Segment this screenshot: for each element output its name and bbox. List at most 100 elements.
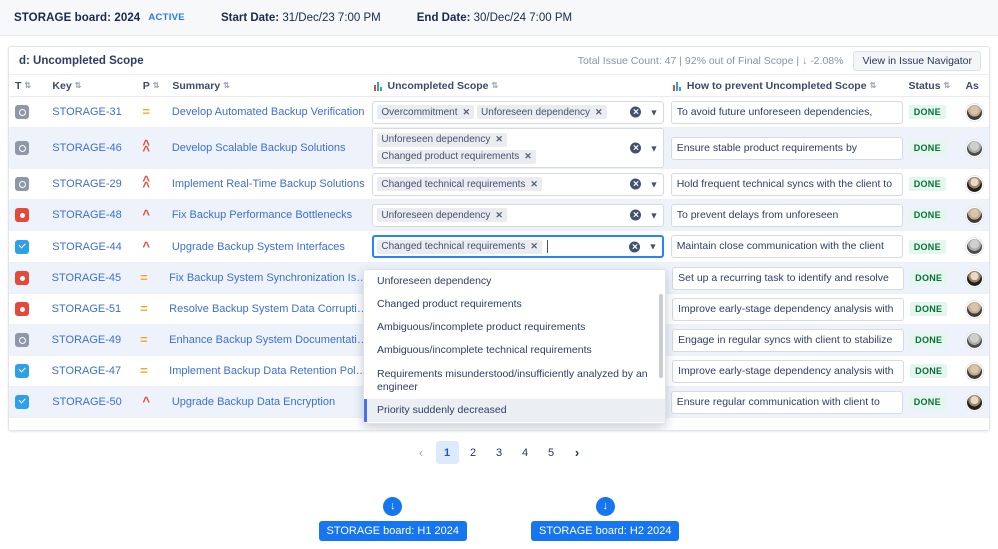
chevron-down-icon[interactable]: ▼	[649, 143, 658, 153]
column-header-type[interactable]: T ⇅	[9, 80, 46, 92]
sort-icon[interactable]: ⇅	[870, 81, 877, 90]
pagination-prev-button[interactable]: ‹	[410, 441, 433, 464]
clear-icon[interactable]: ✕	[630, 142, 642, 154]
remove-tag-icon[interactable]: ✕	[495, 134, 503, 145]
dropdown-option[interactable]: Unforeseen dependency	[364, 270, 665, 293]
sort-icon[interactable]: ⇅	[75, 81, 82, 90]
issue-summary-link[interactable]: Implement Real-Time Backup Solutions	[172, 178, 365, 190]
remove-tag-icon[interactable]: ✕	[463, 107, 471, 118]
sort-icon[interactable]: ⇅	[223, 81, 230, 90]
uncompleted-scope-multiselect[interactable]: Changed technical requirements ✕ ✕ ▼	[372, 235, 665, 258]
column-header-assignee[interactable]: As	[959, 80, 989, 92]
chevron-down-icon[interactable]: ▼	[649, 210, 658, 220]
scope-tag-chip[interactable]: Unforeseen dependency ✕	[377, 208, 507, 222]
issue-key-link[interactable]: STORAGE-31	[52, 106, 122, 118]
scope-tag-chip[interactable]: Unforeseen dependency ✕	[477, 105, 607, 119]
dropdown-option[interactable]: Ambiguous/incomplete technical requireme…	[364, 339, 665, 362]
issue-summary-link[interactable]: Develop Automated Backup Verification	[172, 106, 365, 118]
dropdown-scrollbar[interactable]	[659, 294, 663, 378]
sort-icon[interactable]: ⇅	[491, 81, 498, 90]
how-to-prevent-textarea[interactable]: Ensure stable product requirements by	[670, 136, 903, 160]
how-to-prevent-textarea[interactable]: Engage in regular syncs with client to s…	[672, 328, 905, 352]
table-row[interactable]: STORAGE-31 = Develop Automated Backup Ve…	[9, 97, 989, 128]
issue-summary-link[interactable]: Develop Scalable Backup Solutions	[172, 142, 346, 154]
avatar[interactable]	[965, 103, 983, 121]
column-header-how-to-prevent[interactable]: How to prevent Uncompleted Scope ⇅	[667, 80, 903, 92]
remove-tag-icon[interactable]: ✕	[495, 210, 503, 221]
issue-key-link[interactable]: STORAGE-46	[52, 142, 122, 154]
issue-key-link[interactable]: STORAGE-29	[52, 178, 122, 190]
issue-key-link[interactable]: STORAGE-49	[52, 334, 122, 346]
pagination-page-4[interactable]: 4	[514, 441, 537, 464]
scope-tag-chip[interactable]: Changed technical requirements ✕	[377, 239, 542, 254]
scope-tag-chip[interactable]: Unforeseen dependency ✕	[377, 132, 507, 147]
dropdown-option[interactable]: Changed product requirements	[364, 293, 665, 316]
chevron-down-icon[interactable]: ▼	[649, 179, 658, 189]
chevron-down-icon[interactable]: ▼	[648, 242, 657, 252]
view-in-issue-navigator-button[interactable]: View in Issue Navigator	[853, 50, 981, 71]
avatar[interactable]	[966, 300, 983, 318]
issue-summary-link[interactable]: Fix Backup System Synchronization Issues	[169, 272, 368, 284]
avatar[interactable]	[966, 362, 983, 380]
table-row[interactable]: STORAGE-46 ^ ^ Develop Scalable Backup So…	[9, 128, 989, 169]
column-header-status[interactable]: Status ⇅	[902, 80, 959, 92]
uncompleted-scope-multiselect[interactable]: Unforeseen dependency ✕ ✕ ▼	[372, 203, 665, 227]
clear-icon[interactable]: ✕	[630, 106, 642, 118]
how-to-prevent-textarea[interactable]: Ensure regular communication with client…	[670, 390, 903, 414]
avatar[interactable]	[966, 331, 983, 349]
issue-key-link[interactable]: STORAGE-50	[52, 396, 122, 408]
dropdown-option[interactable]: Requirements misunderstood/insufficientl…	[364, 363, 665, 399]
sort-icon[interactable]: ⇅	[153, 81, 160, 90]
column-header-priority[interactable]: P ⇅	[137, 80, 167, 92]
download-icon[interactable]: ↓	[595, 497, 615, 516]
how-to-prevent-textarea[interactable]: Hold frequent technical syncs with the c…	[670, 172, 903, 196]
avatar[interactable]	[965, 238, 983, 255]
table-row[interactable]: STORAGE-44 ^ Upgrade Backup System Inter…	[9, 231, 989, 263]
issue-key-link[interactable]: STORAGE-45	[52, 272, 122, 284]
clear-icon[interactable]: ✕	[629, 241, 641, 252]
clear-icon[interactable]: ✕	[630, 209, 642, 221]
avatar[interactable]	[965, 139, 983, 157]
sort-icon[interactable]: ⇅	[944, 81, 951, 90]
uncompleted-scope-multiselect[interactable]: Unforeseen dependency ✕ Changed product re…	[372, 128, 665, 168]
table-row[interactable]: STORAGE-48 ^ Fix Backup Performance Bott…	[9, 200, 989, 231]
uncompleted-scope-multiselect[interactable]: Overcommitment ✕ Unforeseen dependency ✕ ✕ …	[372, 100, 665, 124]
chevron-down-icon[interactable]: ▼	[649, 107, 658, 117]
how-to-prevent-textarea[interactable]: Improve early-stage dependency analysis …	[672, 359, 905, 383]
uncompleted-scope-multiselect[interactable]: Changed technical requirements ✕ ✕ ▼	[372, 172, 665, 196]
avatar[interactable]	[965, 393, 983, 411]
avatar[interactable]	[965, 206, 983, 224]
remove-tag-icon[interactable]: ✕	[530, 179, 538, 190]
scope-tag-chip[interactable]: Overcommitment ✕	[377, 105, 475, 119]
pagination-page-2[interactable]: 2	[462, 441, 485, 464]
issue-key-link[interactable]: STORAGE-51	[52, 303, 122, 315]
how-to-prevent-textarea[interactable]: To avoid future unforeseen dependencies,	[670, 100, 903, 124]
how-to-prevent-textarea[interactable]: To prevent delays from unforeseen	[670, 203, 903, 227]
remove-tag-icon[interactable]: ✕	[595, 107, 603, 118]
issue-summary-link[interactable]: Implement Backup Data Retention Policies	[169, 365, 368, 377]
clear-icon[interactable]: ✕	[630, 178, 642, 190]
issue-summary-link[interactable]: Fix Backup Performance Bottlenecks	[172, 209, 352, 221]
how-to-prevent-textarea[interactable]: Maintain close communication with the cl…	[670, 235, 903, 258]
how-to-prevent-textarea[interactable]: Improve early-stage dependency analysis …	[672, 297, 905, 321]
dropdown-option[interactable]: Ambiguous/incomplete product requirement…	[364, 316, 665, 339]
issue-summary-link[interactable]: Upgrade Backup System Interfaces	[172, 241, 345, 253]
scope-tag-chip[interactable]: Changed product requirements ✕	[377, 149, 536, 164]
uncompleted-scope-dropdown[interactable]: Unforeseen dependency Changed product req…	[363, 269, 666, 424]
scope-tag-chip[interactable]: Changed technical requirements ✕	[377, 177, 542, 191]
avatar[interactable]	[966, 269, 983, 287]
issue-summary-link[interactable]: Upgrade Backup Data Encryption	[172, 396, 335, 408]
issue-summary-link[interactable]: Resolve Backup System Data Corruption	[169, 303, 368, 315]
dropdown-option[interactable]: Priority suddenly decreased	[364, 398, 665, 422]
how-to-prevent-textarea[interactable]: Set up a recurring task to identify and …	[672, 266, 905, 290]
pagination-next-button[interactable]: ›	[566, 441, 589, 464]
download-board-button[interactable]: STORAGE board: H1 2024	[318, 521, 467, 541]
remove-tag-icon[interactable]: ✕	[524, 151, 532, 162]
download-board-button[interactable]: STORAGE board: H2 2024	[531, 521, 680, 541]
column-header-uncompleted-scope[interactable]: Uncompleted Scope ⇅	[368, 80, 667, 92]
pagination-page-5[interactable]: 5	[540, 441, 563, 464]
issue-summary-link[interactable]: Enhance Backup System Documentation	[169, 334, 368, 346]
pagination-page-1[interactable]: 1	[435, 441, 459, 464]
issue-key-link[interactable]: STORAGE-44	[52, 241, 122, 253]
pagination-page-3[interactable]: 3	[488, 441, 511, 464]
